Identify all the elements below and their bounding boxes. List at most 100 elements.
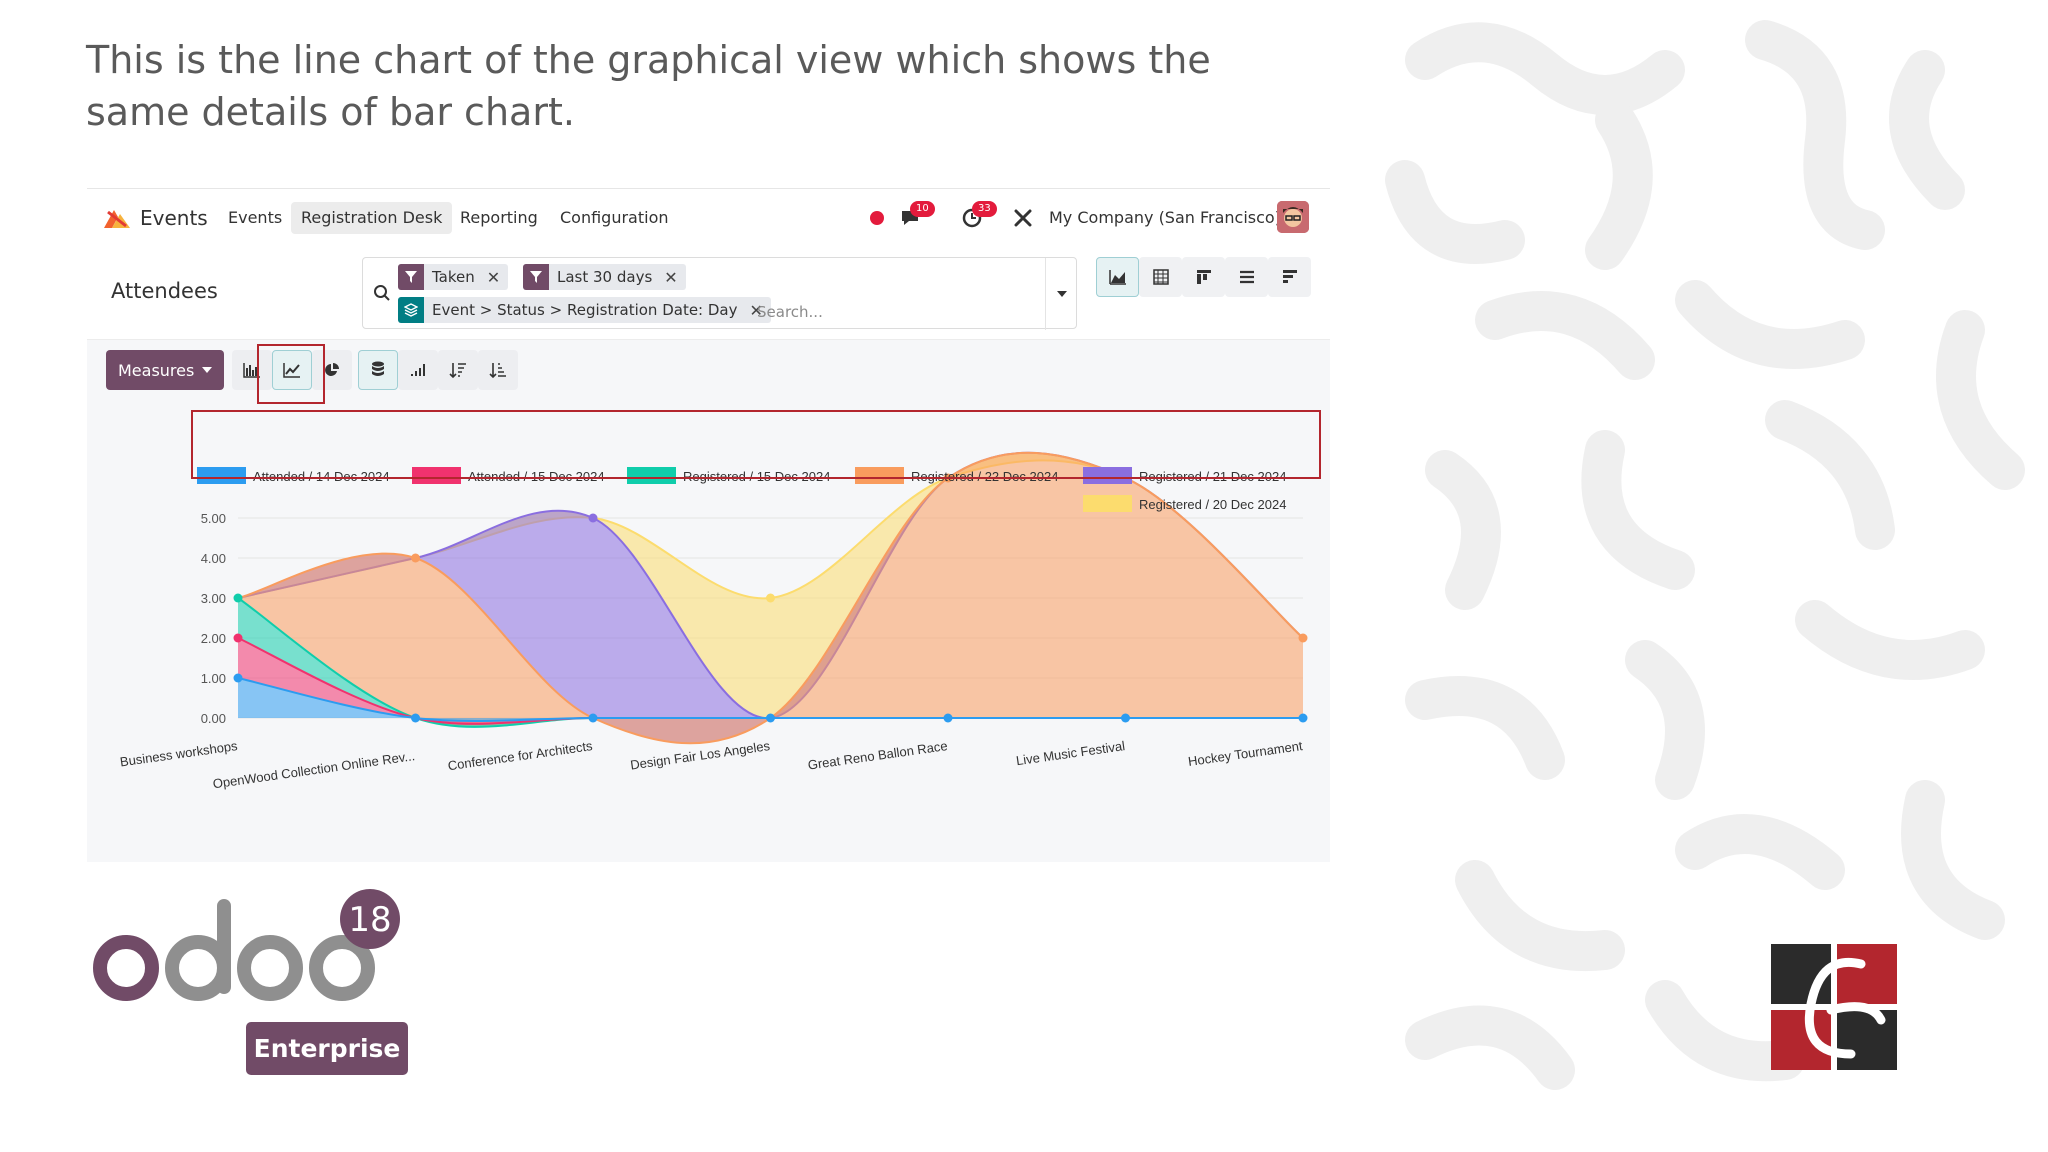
sort-ascending-button[interactable] <box>478 350 519 390</box>
y-tick-label: 0.00 <box>201 711 226 726</box>
legend-swatch <box>1083 495 1132 512</box>
menu-reporting[interactable]: Reporting <box>450 202 548 234</box>
legend-label: Registered / 20 Dec 2024 <box>1139 497 1286 512</box>
search-bar[interactable]: Taken ✕ Last 30 days ✕ Event > Status > … <box>362 257 1078 330</box>
events-app-icon <box>104 210 130 228</box>
legend-label: Registered / 15 Dec 2024 <box>683 469 830 484</box>
kanban-view-button[interactable] <box>1182 257 1225 297</box>
y-tick-label: 3.00 <box>201 591 226 606</box>
data-point <box>943 713 953 723</box>
legend-swatch <box>855 467 904 484</box>
data-point <box>233 633 243 643</box>
data-point <box>588 513 598 523</box>
measures-dropdown[interactable]: Measures <box>106 350 225 390</box>
y-tick-label: 4.00 <box>201 551 226 566</box>
search-input[interactable] <box>757 300 1037 324</box>
table-icon <box>1152 269 1169 285</box>
filter-icon <box>523 264 549 290</box>
signal-icon <box>411 364 426 376</box>
activities-badge: 33 <box>972 201 997 217</box>
x-tick-label: Hockey Tournament <box>1187 738 1304 769</box>
x-tick-label: Live Music Festival <box>1015 738 1126 768</box>
company-logo <box>1771 944 1897 1070</box>
stacked-area-chart: 0.001.002.003.004.005.006.00Business wor… <box>119 451 1308 791</box>
messages-button[interactable]: 10 <box>895 201 935 233</box>
search-options-toggle[interactable] <box>1045 258 1078 330</box>
list-view-button[interactable] <box>1225 257 1268 297</box>
user-face-icon <box>1277 201 1309 233</box>
odoo-version: 18 <box>348 900 391 940</box>
messages-badge: 10 <box>910 201 935 217</box>
pie-chart-icon <box>325 363 340 376</box>
cumulative-toggle-button[interactable] <box>398 350 439 390</box>
data-point <box>1121 713 1130 723</box>
caret-down-icon <box>202 367 213 373</box>
caret-down-icon <box>1057 291 1067 297</box>
database-icon <box>372 361 385 376</box>
facet-filter-taken[interactable]: Taken ✕ <box>398 264 509 290</box>
legend-label: Registered / 21 Dec 2024 <box>1139 469 1286 484</box>
measures-label: Measures <box>118 360 195 380</box>
data-point <box>766 593 775 603</box>
y-tick-label: 2.00 <box>201 631 226 646</box>
activities-button[interactable]: 33 <box>957 201 997 233</box>
enterprise-badge: Enterprise <box>246 1022 408 1075</box>
gantt-icon <box>1282 270 1297 283</box>
kanban-icon <box>1196 270 1211 284</box>
sort-descending-button[interactable] <box>438 350 479 390</box>
x-tick-label: Business workshops <box>119 738 239 769</box>
layers-icon <box>398 297 424 323</box>
search-icon[interactable] <box>373 284 391 302</box>
view-switcher <box>1096 257 1311 297</box>
top-navbar: Events Events Registration Desk Reportin… <box>87 189 1330 247</box>
data-point <box>411 713 420 723</box>
legend-label: Attended / 15 Dec 2024 <box>468 469 605 484</box>
slide: This is the line chart of the graphical … <box>0 0 2048 1152</box>
data-point <box>766 713 775 723</box>
company-switcher[interactable]: My Company (San Francisco) <box>1049 203 1281 233</box>
close-icon[interactable]: ✕ <box>487 268 500 287</box>
pivot-view-button[interactable] <box>1139 257 1182 297</box>
filter-icon <box>398 264 424 290</box>
menu-registration-desk[interactable]: Registration Desk <box>291 202 453 234</box>
close-icon[interactable]: ✕ <box>664 268 677 287</box>
data-point <box>1298 633 1308 643</box>
area-chart-icon <box>1108 270 1126 285</box>
slide-heading: This is the line chart of the graphical … <box>86 38 1211 134</box>
user-avatar[interactable] <box>1277 201 1309 233</box>
debug-tools-button[interactable] <box>1011 203 1035 233</box>
tools-icon <box>1014 209 1032 227</box>
sort-descending-icon <box>449 363 467 379</box>
x-tick-label: Conference for Architects <box>447 738 594 773</box>
status-dot-icon[interactable] <box>867 203 887 233</box>
facet-groupby[interactable]: Event > Status > Registration Date: Day … <box>398 297 771 323</box>
background-swirl-pattern <box>1385 20 2025 1090</box>
x-tick-label: Great Reno Ballon Race <box>807 738 949 772</box>
menu-configuration[interactable]: Configuration <box>550 202 679 234</box>
legend-swatch <box>627 467 676 484</box>
control-panel: Attendees Taken ✕ Last 30 days ✕ Event >… <box>87 247 1330 340</box>
data-point <box>1298 713 1308 723</box>
legend-swatch <box>1083 467 1132 484</box>
facet-label: Last 30 days <box>557 268 653 286</box>
facet-filter-last-30-days[interactable]: Last 30 days ✕ <box>523 264 686 290</box>
app-name: Events <box>140 206 208 230</box>
stacked-toggle-button[interactable] <box>358 350 399 390</box>
app-brand[interactable]: Events <box>102 203 208 233</box>
y-tick-label: 1.00 <box>201 671 226 686</box>
list-icon <box>1239 270 1254 284</box>
sort-ascending-icon <box>489 363 507 379</box>
line-chart-highlight <box>257 344 325 404</box>
menu-events[interactable]: Events <box>218 202 292 234</box>
graph-view-button[interactable] <box>1096 257 1139 297</box>
facet-label: Taken <box>432 268 475 286</box>
graph-content: Measures 0.00 1.00 2.00 3.00 4.00 5.00 B… <box>87 340 1330 862</box>
data-point <box>588 713 598 723</box>
gantt-view-button[interactable] <box>1268 257 1311 297</box>
data-point <box>411 553 420 563</box>
odoo-logo: 18 <box>93 889 400 1001</box>
y-tick-label: 5.00 <box>201 511 226 526</box>
odoo-app-screenshot: Events Events Registration Desk Reportin… <box>87 188 1330 862</box>
data-point <box>233 593 243 603</box>
legend-label: Attended / 14 Dec 2024 <box>253 469 390 484</box>
